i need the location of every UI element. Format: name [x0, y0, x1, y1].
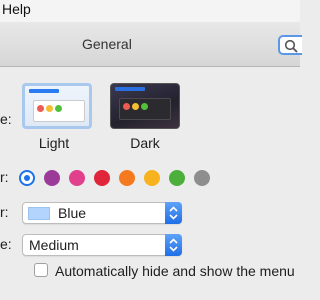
appearance-dark-label: Dark	[130, 135, 160, 151]
search-field[interactable]	[278, 35, 302, 55]
accent-color-swatch[interactable]	[19, 170, 35, 186]
accent-color-swatch[interactable]	[169, 170, 185, 186]
menu-item-help[interactable]: Help	[2, 1, 31, 17]
light-thumb-window	[33, 100, 85, 122]
sidebar-icon-size-popup[interactable]: Medium	[22, 234, 182, 256]
accent-color-swatch[interactable]	[44, 170, 60, 186]
appearance-label: e:	[0, 111, 12, 127]
zoom-dot	[141, 103, 148, 110]
light-thumb-bar	[29, 89, 59, 93]
highlight-color-value: Blue	[58, 205, 87, 221]
chevron-updown-icon	[165, 234, 182, 256]
accent-color-swatch[interactable]	[94, 170, 110, 186]
search-icon	[284, 39, 298, 53]
close-dot	[37, 105, 44, 112]
accent-color-swatch[interactable]	[69, 170, 85, 186]
highlight-color-popup[interactable]: Blue	[22, 202, 182, 224]
menu-bar: Help	[0, 0, 300, 23]
dark-thumb-window	[119, 98, 171, 120]
appearance-light-label: Light	[38, 135, 70, 151]
accent-color-label: r:	[0, 169, 9, 185]
dark-thumb-bar	[115, 87, 145, 91]
accent-color-swatch[interactable]	[119, 170, 135, 186]
appearance-light-option[interactable]	[22, 83, 92, 129]
minimize-dot	[132, 103, 139, 110]
window-titlebar: General	[0, 22, 302, 67]
auto-hide-menu-label[interactable]: Automatically hide and show the menu	[55, 263, 295, 279]
window-title: General	[82, 36, 132, 52]
minimize-dot	[46, 105, 53, 112]
auto-hide-menu-checkbox[interactable]	[34, 263, 48, 277]
sidebar-icon-size-value: Medium	[29, 237, 79, 253]
close-dot	[123, 103, 130, 110]
chevron-updown-icon	[165, 202, 182, 224]
accent-color-swatch[interactable]	[194, 170, 210, 186]
accent-color-swatch[interactable]	[144, 170, 160, 186]
appearance-dark-option[interactable]	[110, 83, 180, 129]
zoom-dot	[55, 105, 62, 112]
highlight-color-swatch	[28, 207, 50, 220]
sidebar-icon-size-label: e:	[0, 236, 12, 252]
highlight-color-label: r:	[0, 204, 9, 220]
